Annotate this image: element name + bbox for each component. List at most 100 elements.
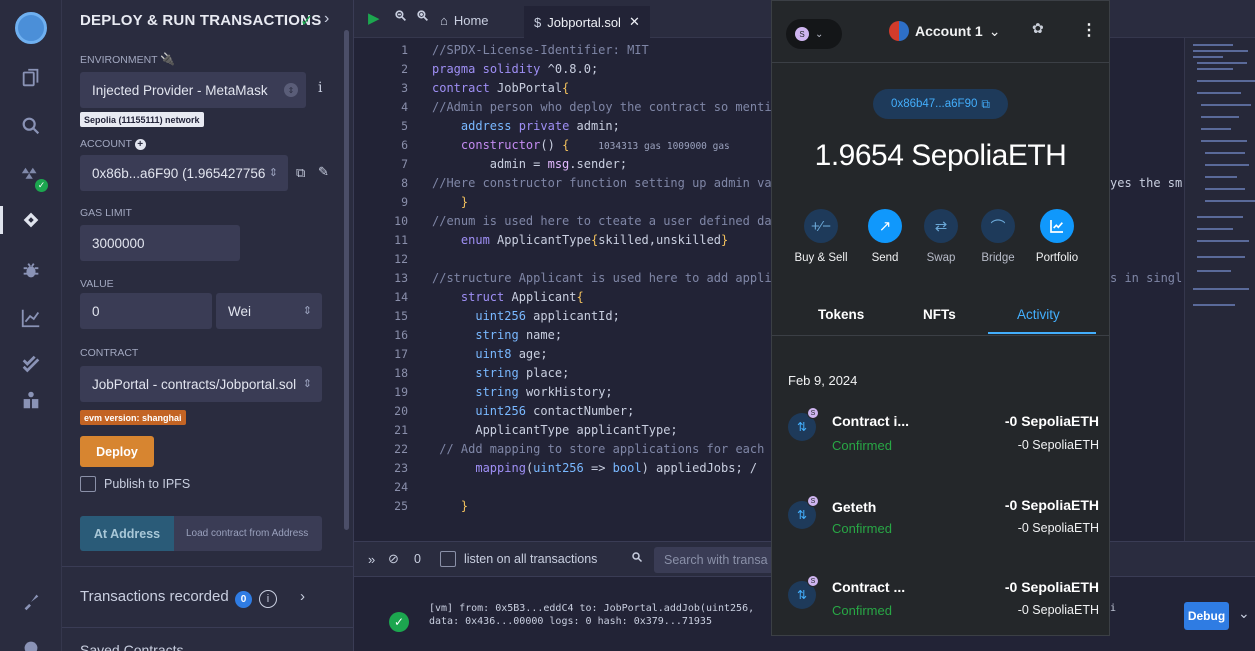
copy-icon[interactable]: ⧉ <box>296 165 305 181</box>
tx-log-line[interactable]: data: 0x436...00000 logs: 0 hash: 0x379.… <box>429 616 712 627</box>
swap-icon[interactable]: ⇄ <box>924 209 958 243</box>
minimap-line <box>1201 128 1231 130</box>
line-number: 2 <box>401 62 408 76</box>
learn-eth-icon[interactable] <box>0 378 62 422</box>
solidity-compiler-icon[interactable]: ✓ <box>0 154 62 198</box>
gas-limit-input[interactable]: 3000000 <box>80 225 240 261</box>
tx-status: Confirmed <box>832 521 892 536</box>
search-icon[interactable] <box>0 104 62 148</box>
send-arrow-icon[interactable]: ↗ <box>868 209 902 243</box>
address-copy-button[interactable]: 0x86b47...a6F90 ⧉ <box>873 89 1008 119</box>
value-label: VALUE <box>80 278 114 290</box>
sepolia-network-icon: S <box>807 407 819 419</box>
check-icon: ✓ <box>300 13 314 30</box>
search-icon <box>631 551 643 566</box>
divider <box>62 566 354 567</box>
code-line: uint256 contactNumber; <box>475 404 635 418</box>
deploy-run-icon[interactable] <box>0 198 62 242</box>
info-icon[interactable]: i <box>318 80 322 96</box>
deploy-run-panel: DEPLOY & RUN TRANSACTIONS ✓ › ENVIRONMEN… <box>62 0 354 651</box>
clear-console-icon[interactable]: ⊘ <box>388 551 399 567</box>
line-number: 1 <box>401 43 408 57</box>
plugin-manager-icon[interactable] <box>0 580 62 624</box>
tab-activity[interactable]: Activity <box>1017 307 1060 322</box>
file-explorer-icon[interactable] <box>0 56 62 100</box>
edit-icon[interactable]: ✎ <box>318 164 329 180</box>
code-minimap[interactable] <box>1184 38 1255 541</box>
minimap-line <box>1205 200 1255 202</box>
collapse-terminal-icon[interactable]: » <box>368 552 375 567</box>
line-number: 14 <box>394 290 408 304</box>
minimap-line <box>1197 62 1247 64</box>
chevron-down-icon: ⌄ <box>988 22 1001 39</box>
terminal-search-input[interactable]: Search with transa <box>654 547 774 573</box>
line-number: 9 <box>401 195 408 209</box>
analytics-chart-icon[interactable] <box>0 296 62 340</box>
value-unit-select[interactable]: Wei ⇕ <box>216 293 322 329</box>
tx-amount-secondary: -0 SepoliaETH <box>1017 603 1099 617</box>
minimap-line <box>1193 56 1223 58</box>
run-play-icon[interactable]: ▶ <box>368 9 380 27</box>
buy-sell-icon[interactable]: +⁄− <box>804 209 838 243</box>
load-contract-input[interactable]: Load contract from Address <box>174 516 322 551</box>
tab-home[interactable]: ⌂ Home <box>440 6 489 34</box>
portfolio-chart-icon[interactable] <box>1040 209 1074 243</box>
minimap-line <box>1201 104 1251 106</box>
zoom-out-icon[interactable] <box>394 9 407 26</box>
panel-scrollbar[interactable] <box>344 30 349 530</box>
code-line: contract JobPortal{ <box>432 81 570 95</box>
deploy-button[interactable]: Deploy <box>80 436 154 467</box>
tx-name: Geteth <box>832 499 877 515</box>
bridge-icon[interactable]: ⌒ <box>981 209 1015 243</box>
line-number: 23 <box>394 461 408 475</box>
tab-tokens[interactable]: Tokens <box>818 307 864 322</box>
buy-sell-label: Buy & Sell <box>794 252 848 264</box>
code-line: //enum is used here to cteate a user def… <box>432 214 772 228</box>
saved-contracts-label[interactable]: Saved Contracts <box>80 642 184 651</box>
zoom-in-icon[interactable] <box>416 9 429 26</box>
info-icon[interactable]: i <box>259 590 277 608</box>
add-account-icon[interactable]: + <box>134 139 146 150</box>
value-amount-input[interactable]: 0 <box>80 293 212 329</box>
transactions-recorded-label[interactable]: Transactions recorded <box>80 588 229 605</box>
code-line: uint256 applicantId; <box>475 309 620 323</box>
minimap-line <box>1205 152 1245 154</box>
line-number: 13 <box>394 271 408 285</box>
chevron-right-icon[interactable]: › <box>300 588 305 605</box>
close-tab-icon[interactable]: ✕ <box>629 14 640 30</box>
debugger-icon[interactable] <box>0 248 62 292</box>
line-number: 16 <box>394 328 408 342</box>
publish-ipfs-label: Publish to IPFS <box>104 477 191 491</box>
chevron-right-icon[interactable]: › <box>324 10 329 28</box>
metamask-header: S ⌄ Account 1 ⌄ ✿ ⋮ <box>772 1 1109 63</box>
gas-limit-label: GAS LIMIT <box>80 207 132 219</box>
environment-select[interactable]: Injected Provider - MetaMask ⇕ <box>80 72 306 108</box>
tx-log-line[interactable]: [vm] from: 0x5B3...eddC4 to: JobPortal.a… <box>429 603 754 614</box>
tab-jobportal[interactable]: $ Jobportal.sol ✕ <box>524 6 650 38</box>
remix-logo-icon[interactable] <box>0 6 62 50</box>
chevron-down-icon[interactable]: ⌄ <box>1238 605 1250 622</box>
listen-all-checkbox[interactable] <box>440 551 456 567</box>
account-selector[interactable]: Account 1 ⌄ <box>889 21 1000 41</box>
settings-gear-icon[interactable] <box>0 626 62 651</box>
at-address-button[interactable]: At Address <box>80 516 174 551</box>
debug-button[interactable]: Debug <box>1184 602 1229 630</box>
minimap-line <box>1205 164 1249 166</box>
contract-select[interactable]: JobPortal - contracts/Jobportal.sol ⇕ <box>80 366 322 402</box>
send-label: Send <box>871 252 899 264</box>
line-number: 19 <box>394 385 408 399</box>
line-number: 15 <box>394 309 408 323</box>
code-line-overflow: s in singl <box>1110 271 1183 285</box>
line-number: 12 <box>394 252 408 266</box>
more-options-icon[interactable]: ⋮ <box>1081 20 1097 40</box>
line-number: 11 <box>394 233 408 247</box>
line-number: 22 <box>394 442 408 456</box>
connected-site-icon[interactable]: ✿ <box>1032 20 1044 37</box>
line-number: 10 <box>394 214 408 228</box>
code-line: //SPDX-License-Identifier: MIT <box>432 43 649 57</box>
publish-ipfs-checkbox[interactable] <box>80 476 96 492</box>
tab-nfts[interactable]: NFTs <box>923 307 956 322</box>
network-selector[interactable]: S ⌄ <box>786 19 842 49</box>
minimap-line <box>1205 188 1245 190</box>
account-select[interactable]: 0x86b...a6F90 (1.965427756 ⇕ <box>80 155 288 191</box>
